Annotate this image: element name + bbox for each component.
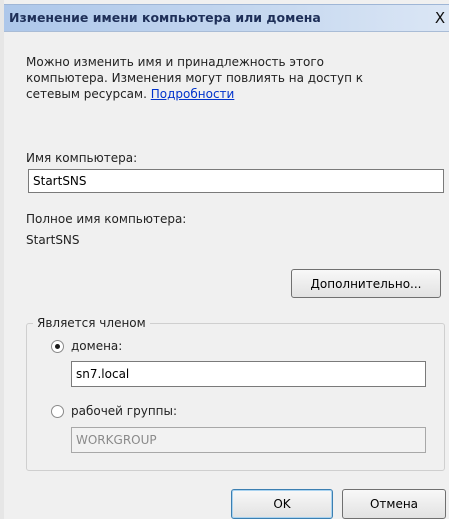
- cancel-button[interactable]: Отмена: [342, 489, 446, 519]
- domain-input[interactable]: [71, 361, 426, 387]
- details-link[interactable]: Подробности: [151, 87, 235, 101]
- domain-radio-label[interactable]: домена:: [71, 339, 122, 353]
- window-edge: [0, 0, 4, 519]
- dialog-title: Изменение имени компьютера или домена: [9, 10, 321, 25]
- change-computer-name-dialog: Изменение имени компьютера или домена X …: [0, 0, 449, 519]
- workgroup-radio[interactable]: [51, 405, 64, 418]
- domain-radio[interactable]: [51, 340, 64, 353]
- computer-name-input[interactable]: [28, 169, 444, 193]
- member-of-legend: Является членом: [33, 316, 150, 330]
- description-line-3: сетевым ресурсам.: [26, 87, 147, 101]
- description-line-2: компьютера. Изменения могут повлиять на …: [26, 71, 364, 85]
- computer-name-label: Имя компьютера:: [26, 151, 138, 165]
- close-icon[interactable]: X: [433, 9, 447, 27]
- workgroup-radio-label[interactable]: рабочей группы:: [71, 404, 177, 418]
- description-line-1: Можно изменить имя и принадлежность этог…: [26, 55, 324, 69]
- workgroup-input: [71, 427, 426, 453]
- full-computer-name-label: Полное имя компьютера:: [26, 212, 187, 226]
- title-bar[interactable]: Изменение имени компьютера или домена X: [4, 4, 449, 32]
- more-button[interactable]: Дополнительно...: [291, 269, 441, 298]
- ok-button[interactable]: OK: [231, 489, 333, 519]
- description-text: Можно изменить имя и принадлежность этог…: [26, 54, 436, 102]
- radio-selected-dot: [55, 344, 60, 349]
- full-computer-name-value: StartSNS: [26, 233, 80, 247]
